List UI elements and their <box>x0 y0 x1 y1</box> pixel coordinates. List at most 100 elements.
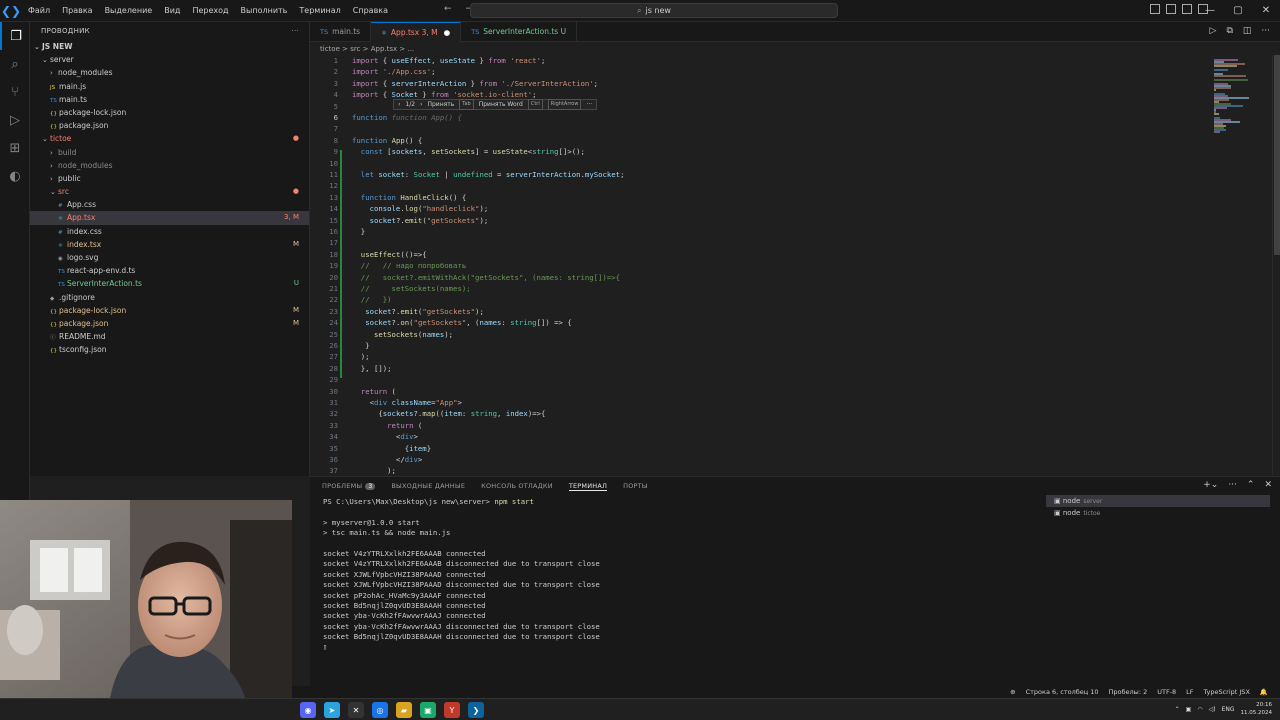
code-line[interactable]: 20 // socket?.emitWithAck("getSockets", … <box>310 272 1210 283</box>
toggle-secondary-sidebar-icon[interactable] <box>1182 4 1192 14</box>
chrome-icon[interactable]: ◎ <box>372 702 388 718</box>
menu-file[interactable]: Файл <box>22 0 56 22</box>
split-editor-icon[interactable]: ◫ <box>1243 26 1252 36</box>
code-line[interactable]: 14 console.log("handleclick"); <box>310 203 1210 214</box>
zoom-icon[interactable]: ⊕ <box>1010 686 1015 698</box>
editor-tab[interactable]: TS ServerInterAction.ts U <box>461 22 578 42</box>
code-line[interactable]: 19 // // надо попробовать <box>310 260 1210 271</box>
menu-help[interactable]: Справка <box>347 0 394 22</box>
code-line[interactable]: 18 useEffect(()=>{ <box>310 249 1210 260</box>
cursor-position[interactable]: Строка 6, столбец 10 <box>1026 686 1099 698</box>
menu-terminal[interactable]: Терминал <box>293 0 346 22</box>
terminal-session[interactable]: ▣ node server <box>1046 495 1270 507</box>
tree-folder[interactable]: › public <box>30 172 309 185</box>
run-icon[interactable]: ▷ <box>1210 26 1217 36</box>
notifications-icon[interactable]: 🔔 <box>1260 686 1268 698</box>
tab-problems[interactable]: ПРОБЛЕМЫ 3 <box>322 482 376 490</box>
code-line[interactable]: 17 <box>310 237 1210 248</box>
folder-icon[interactable]: ▰ <box>396 702 412 718</box>
editor-tab[interactable]: TS main.ts <box>310 22 372 42</box>
code-line[interactable]: 12 <box>310 180 1210 191</box>
code-line[interactable]: 24 socket?.on("getSockets", (names: stri… <box>310 317 1210 328</box>
breadcrumb[interactable]: tictoe > src > App.tsx > ... <box>320 43 414 55</box>
end-of-line[interactable]: LF <box>1186 686 1193 698</box>
tree-file[interactable]: {} package-lock.json M <box>30 304 309 317</box>
keyboard-language[interactable]: ENG <box>1222 706 1235 713</box>
code-line[interactable]: 30 return ( <box>310 386 1210 397</box>
code-line[interactable]: 13 function HandleClick() { <box>310 192 1210 203</box>
compare-icon[interactable]: ⧉ <box>1226 26 1232 36</box>
discord-icon[interactable]: ◉ <box>300 702 316 718</box>
accept-button[interactable]: Принять <box>427 100 454 109</box>
code-line[interactable]: 15 socket?.emit("getSockets"); <box>310 215 1210 226</box>
tray-chevron-icon[interactable]: ⌃ <box>1175 706 1180 713</box>
code-line[interactable]: 3 import { serverInterAction } from './Se… <box>310 78 1210 89</box>
run-debug-icon[interactable]: ▷ <box>0 106 30 134</box>
code-line[interactable]: 8 function App() { <box>310 135 1210 146</box>
code-line[interactable]: 2 import './App.css'; <box>310 66 1210 77</box>
code-line[interactable]: 26 } <box>310 340 1210 351</box>
tree-folder[interactable]: › node_modules <box>30 66 309 79</box>
terminal-session[interactable]: ▣ node tictoe <box>1046 507 1270 519</box>
menu-selection[interactable]: Выделение <box>99 0 159 22</box>
tab-debug-console[interactable]: КОНСОЛЬ ОТЛАДКИ <box>481 482 553 490</box>
code-line[interactable]: 25 setSockets(names); <box>310 329 1210 340</box>
code-line[interactable]: 10 <box>310 158 1210 169</box>
toggle-panel-icon[interactable] <box>1166 4 1176 14</box>
tree-file[interactable]: ⓘ README.md <box>30 330 309 343</box>
code-line[interactable]: 22 // }) <box>310 294 1210 305</box>
tray-app-icon[interactable]: ▣ <box>1186 706 1192 713</box>
unsaved-dot-icon[interactable]: ● <box>444 28 451 37</box>
tree-folder[interactable]: › build <box>30 146 309 159</box>
code-line[interactable]: 27 ); <box>310 351 1210 362</box>
command-center-search[interactable]: ⌕ js new <box>470 3 838 18</box>
telegram-icon[interactable]: ➤ <box>324 702 340 718</box>
terminal-app-icon[interactable]: ▣ <box>420 702 436 718</box>
code-line[interactable]: 33 return ( <box>310 420 1210 431</box>
editor-scrollbar[interactable] <box>1272 55 1280 475</box>
code-line[interactable]: 32 {sockets?.map((item: string, index)=>… <box>310 408 1210 419</box>
toggle-sidebar-icon[interactable] <box>1150 4 1160 14</box>
tree-file[interactable]: ◉ logo.svg <box>30 251 309 264</box>
code-line[interactable]: 21 // setSockets(names); <box>310 283 1210 294</box>
code-line[interactable]: 31 <div className="App"> <box>310 397 1210 408</box>
back-arrow-icon[interactable]: ← <box>444 4 452 14</box>
code-line[interactable]: 36 </div> <box>310 454 1210 465</box>
tree-file[interactable]: JS main.js <box>30 80 309 93</box>
minimap[interactable] <box>1210 55 1272 475</box>
more-icon[interactable]: ··· <box>1261 26 1270 36</box>
indentation[interactable]: Пробелы: 2 <box>1109 686 1148 698</box>
terminal-output[interactable]: PS C:\Users\Max\Desktop\js new\server> n… <box>323 497 1043 697</box>
wifi-icon[interactable]: ◠ <box>1197 706 1202 713</box>
workspace-root[interactable]: ⌄ JS NEW <box>30 40 309 53</box>
maximize-icon[interactable]: ▢ <box>1224 0 1252 22</box>
code-line[interactable]: 6 function function App() { <box>310 112 1210 123</box>
tree-file[interactable]: {} package.json <box>30 119 309 132</box>
code-line[interactable]: 9 const [sockets, setSockets] = useState… <box>310 146 1210 157</box>
tab-output[interactable]: ВЫХОДНЫЕ ДАННЫЕ <box>391 482 465 490</box>
tree-file[interactable]: TS main.ts <box>30 93 309 106</box>
menu-view[interactable]: Вид <box>158 0 186 22</box>
code-line[interactable]: 1 import { useEffect, useState } from 're… <box>310 55 1210 66</box>
code-line[interactable]: 7 <box>310 123 1210 134</box>
menu-go[interactable]: Переход <box>186 0 234 22</box>
tree-folder[interactable]: ⌄ server <box>30 53 309 66</box>
extensions-icon[interactable]: ⊞ <box>0 134 30 162</box>
tree-file[interactable]: TS react-app-env.d.ts <box>30 264 309 277</box>
volume-icon[interactable]: ◁) <box>1209 706 1216 713</box>
next-suggestion-icon[interactable]: › <box>420 100 422 109</box>
code-line[interactable]: 35 {item} <box>310 443 1210 454</box>
obs-icon[interactable]: ✕ <box>348 702 364 718</box>
encoding[interactable]: UTF-8 <box>1157 686 1176 698</box>
menu-run[interactable]: Выполнить <box>235 0 294 22</box>
tree-folder[interactable]: › node_modules <box>30 159 309 172</box>
code-line[interactable]: 23 socket?.emit("getSockets"); <box>310 306 1210 317</box>
close-panel-icon[interactable]: ✕ <box>1264 480 1272 490</box>
code-line[interactable]: 34 <div> <box>310 431 1210 442</box>
prev-suggestion-icon[interactable]: ‹ <box>398 100 400 109</box>
tree-folder[interactable]: ⌄ src ● <box>30 185 309 198</box>
search-activity-icon[interactable]: ⌕ <box>0 50 30 78</box>
code-line[interactable]: 16 } <box>310 226 1210 237</box>
more-actions-icon[interactable]: ··· <box>291 22 299 40</box>
explorer-icon[interactable]: ❐ <box>0 22 30 50</box>
